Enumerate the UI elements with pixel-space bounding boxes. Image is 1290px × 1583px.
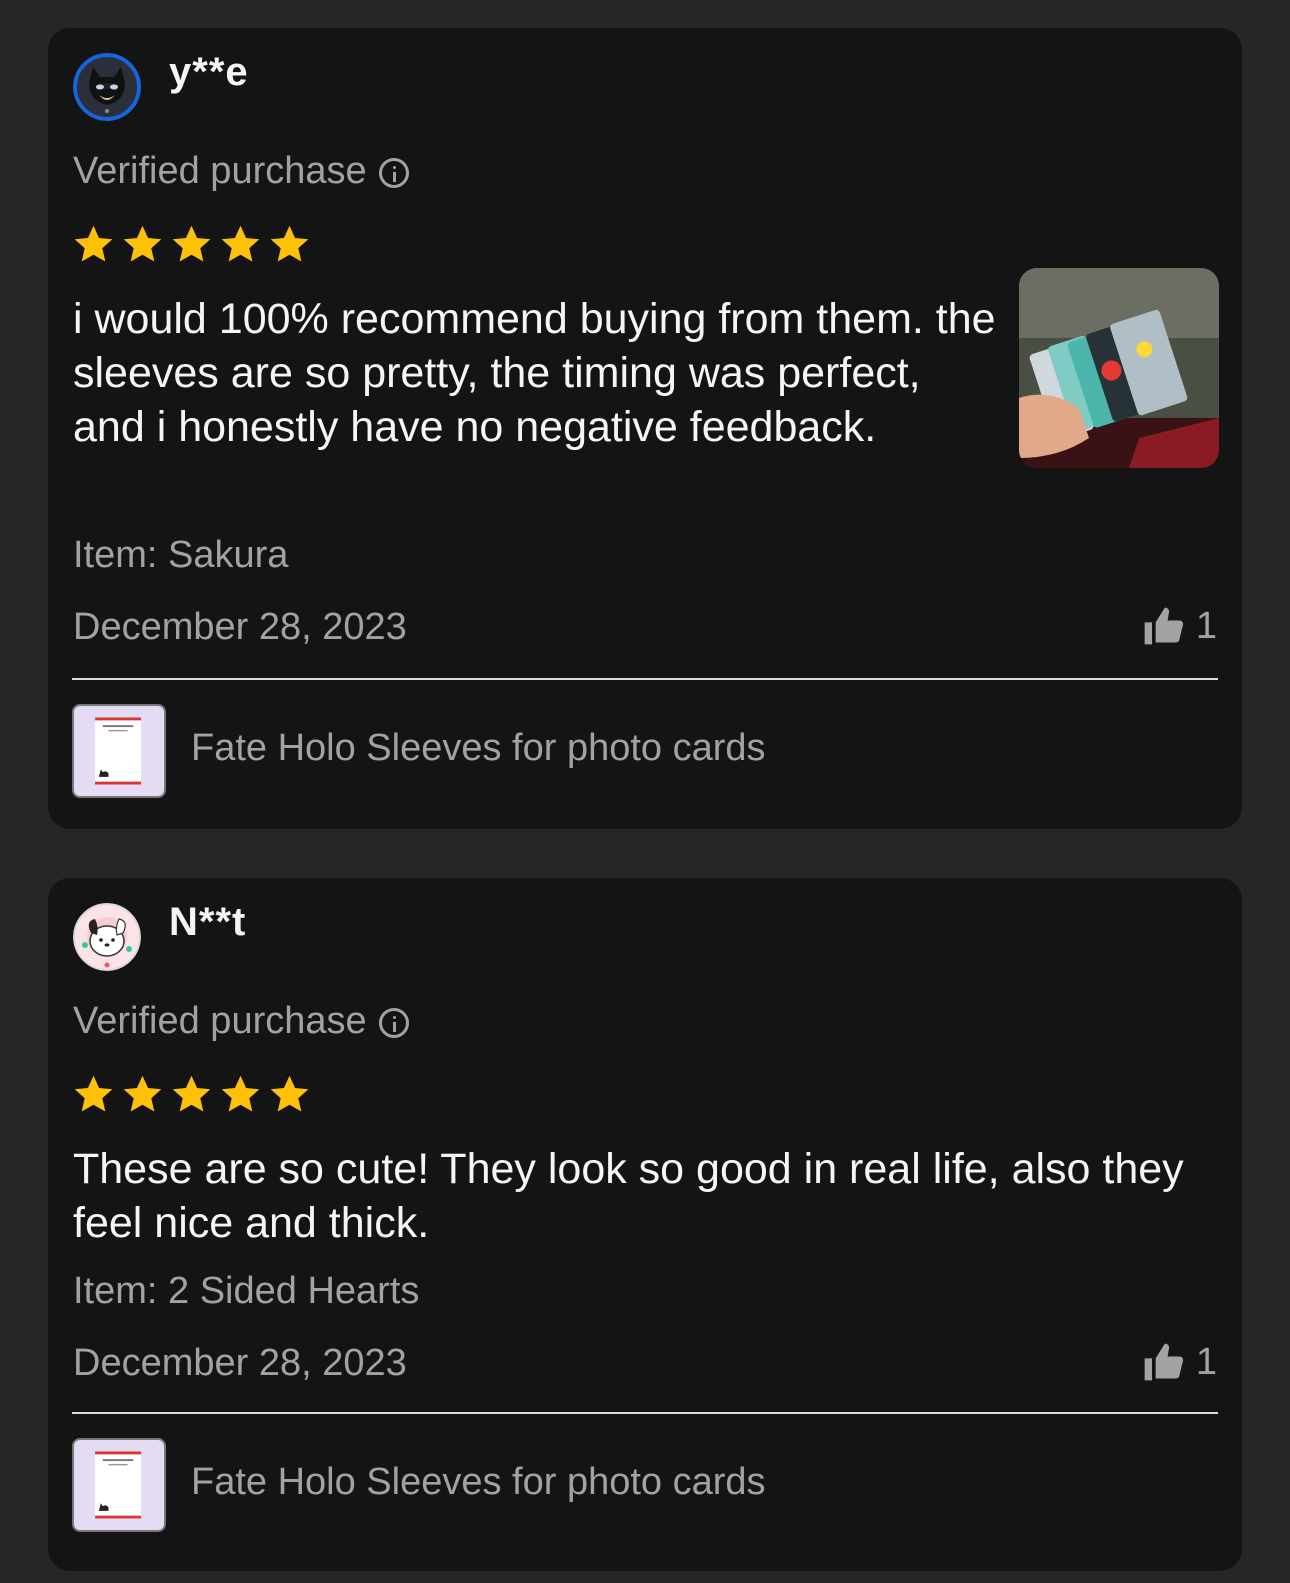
item-variant: Item: Sakura [73,534,289,576]
verified-purchase[interactable]: Verified purchase [73,1000,409,1043]
user-avatar[interactable] [73,903,141,971]
verified-purchase-label: Verified purchase [73,1000,367,1042]
helpful-button[interactable]: 1 [1140,1340,1217,1384]
star-icon [123,1075,162,1112]
product-thumbnail[interactable] [72,704,166,798]
divider [72,678,1218,680]
divider [72,1412,1218,1414]
review-text: These are so cute! They look so good in … [73,1145,1184,1247]
username: y**e [169,50,249,94]
review-date: December 28, 2023 [73,1342,407,1384]
star-rating [72,223,311,266]
star-icon [270,1075,309,1112]
info-icon[interactable] [378,157,409,188]
review-date: December 28, 2023 [73,606,407,648]
star-icon [172,225,211,262]
helpful-count: 1 [1195,1340,1217,1383]
review-photo[interactable] [1019,268,1219,468]
helpful-button[interactable]: 1 [1140,604,1217,648]
info-icon[interactable] [378,1007,409,1038]
verified-purchase[interactable]: Verified purchase [73,150,409,193]
star-icon [270,225,309,262]
star-icon [74,1075,113,1112]
user-avatar[interactable] [73,53,141,121]
review-card: N**t Verified purchase These are so cute… [48,878,1242,1571]
star-icon [221,225,260,262]
star-icon [172,1075,211,1112]
product-name[interactable]: Fate Holo Sleeves for photo cards [191,727,766,770]
verified-purchase-label: Verified purchase [73,150,367,192]
username: N**t [169,900,247,944]
product-name[interactable]: Fate Holo Sleeves for photo cards [191,1461,766,1504]
star-icon [123,225,162,262]
star-icon [221,1075,260,1112]
helpful-count: 1 [1195,604,1217,647]
product-thumbnail[interactable] [72,1438,166,1532]
review-card: y**e Verified purchase i would 100% reco… [48,28,1242,829]
thumbs-up-icon [1144,1343,1183,1381]
item-variant: Item: 2 Sided Hearts [73,1270,420,1312]
star-rating [72,1073,311,1116]
review-text: i would 100% recommend buying from them.… [73,295,996,451]
star-icon [74,225,113,262]
thumbs-up-icon [1144,607,1183,645]
